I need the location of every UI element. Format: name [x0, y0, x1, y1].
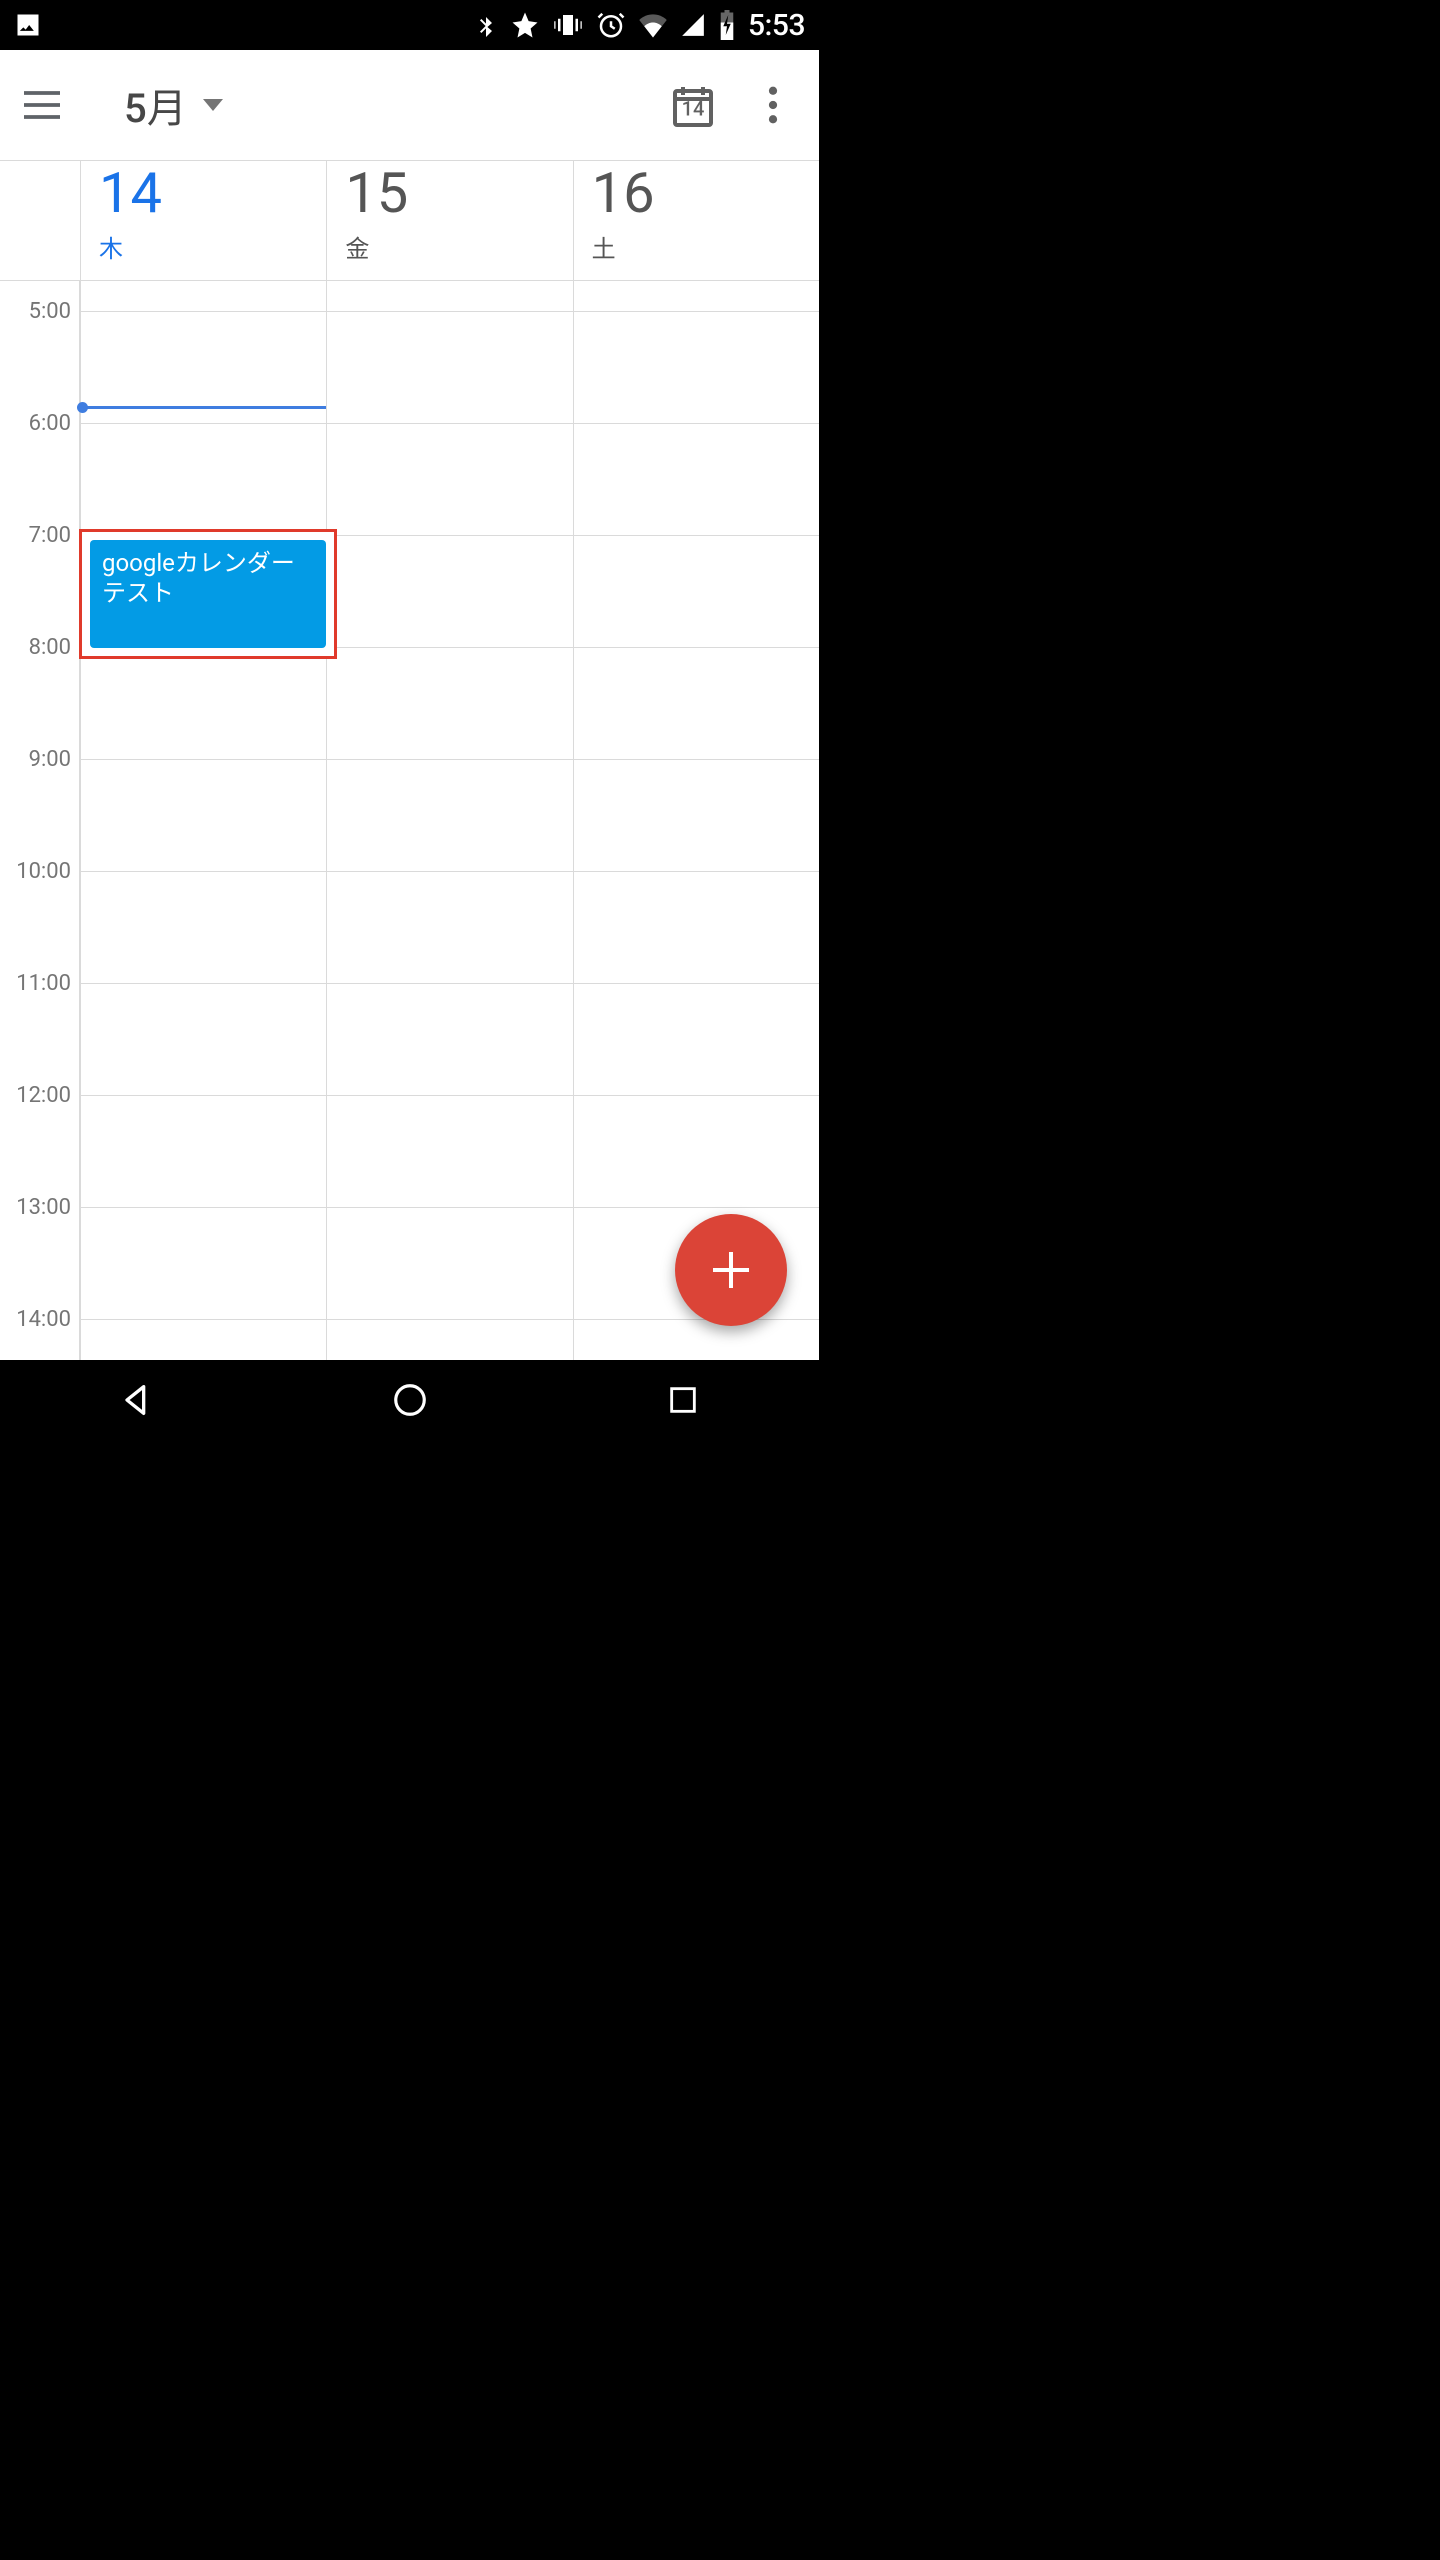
- hour-line: [80, 423, 819, 424]
- day-weekday: 木: [99, 229, 312, 264]
- gutter-spacer: [0, 161, 80, 280]
- dropdown-triangle-icon: [203, 99, 223, 111]
- calendar-event[interactable]: googleカレンダーテスト: [90, 540, 326, 648]
- event-highlight: googleカレンダーテスト: [79, 529, 337, 659]
- hour-line: [80, 1207, 819, 1208]
- day-column-1[interactable]: [326, 281, 572, 1360]
- back-icon: [117, 1380, 157, 1420]
- hour-label: 12:00: [1, 1083, 71, 1108]
- hour-label: 6:00: [1, 411, 71, 436]
- recents-button[interactable]: [623, 1370, 743, 1430]
- app-toolbar: 5月 14: [0, 50, 819, 160]
- status-time: 5:53: [748, 8, 805, 43]
- day-weekday: 土: [592, 229, 805, 264]
- home-button[interactable]: [350, 1370, 470, 1430]
- back-button[interactable]: [77, 1370, 197, 1430]
- hour-label: 11:00: [1, 971, 71, 996]
- menu-button[interactable]: [8, 71, 76, 139]
- hour-label: 14:00: [1, 1307, 71, 1332]
- day-header-14[interactable]: 14 木: [80, 161, 326, 280]
- overflow-menu-button[interactable]: [745, 77, 801, 133]
- calendar-grid[interactable]: 5:00 6:00 7:00 8:00 9:00 10:00 11:00 12:00 13:00…: [0, 280, 819, 1360]
- hour-label: 9:00: [1, 747, 71, 772]
- alarm-icon: [596, 10, 626, 40]
- signal-icon: [680, 12, 706, 38]
- wifi-icon: [638, 12, 668, 38]
- hamburger-icon: [24, 91, 60, 119]
- today-date-number: 14: [682, 97, 705, 121]
- today-button[interactable]: 14: [665, 77, 721, 133]
- day-column-0[interactable]: [80, 281, 326, 1360]
- add-event-fab[interactable]: [675, 1214, 787, 1326]
- day-number: 16: [592, 165, 805, 221]
- hour-line: [80, 983, 819, 984]
- day-header-row: 14 木 15 金 16 土: [0, 160, 819, 280]
- hour-line: [80, 311, 819, 312]
- day-column-2[interactable]: [573, 281, 819, 1360]
- day-weekday: 金: [345, 229, 558, 264]
- status-bar: 5:53: [0, 0, 819, 50]
- hour-label: 8:00: [1, 635, 71, 660]
- vibrate-icon: [552, 10, 584, 40]
- home-icon: [391, 1381, 429, 1419]
- hour-line: [80, 759, 819, 760]
- hour-line: [80, 1095, 819, 1096]
- current-time-indicator: [80, 406, 326, 409]
- day-number: 14: [99, 165, 312, 221]
- hour-label: 7:00: [1, 523, 71, 548]
- day-header-16[interactable]: 16 土: [573, 161, 819, 280]
- day-number: 15: [345, 165, 558, 221]
- hour-line: [80, 871, 819, 872]
- battery-charging-icon: [718, 10, 736, 40]
- day-header-15[interactable]: 15 金: [326, 161, 572, 280]
- month-dropdown[interactable]: 5月: [124, 76, 657, 134]
- recents-icon: [666, 1383, 700, 1417]
- hour-label: 5:00: [1, 299, 71, 324]
- navigation-bar: [0, 1360, 819, 1440]
- month-label: 5月: [124, 76, 187, 134]
- screenshot-icon: [14, 11, 42, 39]
- hour-label: 10:00: [1, 859, 71, 884]
- more-vert-icon: [768, 86, 778, 124]
- hour-label: 13:00: [1, 1195, 71, 1220]
- app-area: 5月 14 14 木 15 金: [0, 50, 819, 1360]
- star-icon: [510, 10, 540, 40]
- bluetooth-icon: [474, 10, 498, 40]
